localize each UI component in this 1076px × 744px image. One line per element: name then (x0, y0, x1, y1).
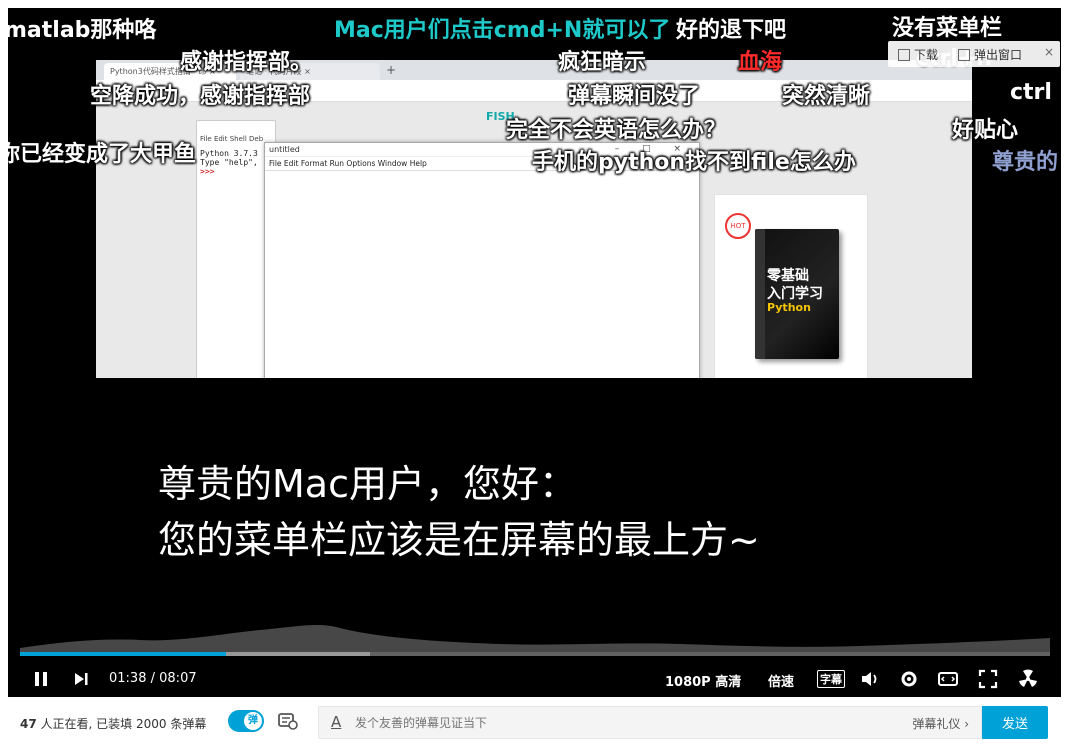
danmaku-comment: 好的退下吧 (676, 18, 787, 43)
duration: 08:07 (159, 671, 197, 686)
popout-button[interactable]: 弹出窗口 (958, 46, 1022, 63)
player-controls: 01:38 / 08:07 1080P 高清 倍速 字幕 (8, 662, 1061, 697)
popout-icon (958, 49, 970, 61)
danmaku-comment: 尊贵的 (992, 150, 1059, 175)
danmaku-input-wrap: A 弹幕礼仪 › (318, 706, 982, 739)
book-spine (755, 229, 765, 359)
danmaku-comment: ctrl (1010, 80, 1052, 105)
danmaku-comment: matlab那种咯 (8, 18, 157, 43)
radiation-icon[interactable] (1017, 668, 1039, 690)
book-title-line3: Python (767, 301, 811, 314)
font-style-icon[interactable]: A (331, 713, 341, 731)
danmaku-comment: 疯狂暗示 (558, 50, 647, 75)
toolbox-close-button[interactable]: × (1044, 45, 1054, 59)
shell-line: Type "help", (200, 158, 258, 167)
popout-label: 弹出窗口 (974, 48, 1023, 62)
danmaku-comment: 手机的python找不到file怎么办 (532, 150, 856, 175)
time-display: 01:38 / 08:07 (109, 671, 197, 686)
danmaku-settings-icon[interactable] (278, 712, 298, 730)
danmaku-comment: 你已经变成了大甲鱼 (8, 142, 197, 167)
video-player[interactable]: Python3代码样式指南 · 印 × 笔记 · 代码片段 × + https:… (8, 8, 1061, 697)
progress-bar[interactable] (20, 652, 1050, 656)
send-button[interactable]: 发送 (982, 706, 1048, 739)
player-toolbox: 下载 弹出窗口 × (888, 41, 1060, 67)
book-title-line2: 入门学习 (767, 286, 823, 302)
danmaku-send-bar: 47 人正在看, 已装填 2000 条弹幕 弹 A 弹幕礼仪 › 发送 (8, 697, 1061, 744)
danmaku-comment: 空降成功，感谢指挥部 (90, 84, 311, 109)
book-cover: 零基础 入门学习 Python (755, 229, 839, 359)
volume-icon[interactable] (859, 668, 881, 690)
danmaku-etiquette-link[interactable]: 弹幕礼仪 › (912, 715, 969, 732)
editor-title: untitled (269, 145, 300, 154)
new-tab-icon: + (386, 63, 397, 77)
book-title-line1: 零基础 (767, 268, 809, 284)
viewer-text: 人正在看, 已装填 2000 条弹幕 (36, 717, 207, 731)
subtitle-line2: 您的菜单栏应该是在屏幕的最上方~ (158, 518, 760, 562)
book-promo-panel: HOT 零基础 入门学习 Python (714, 194, 868, 378)
viewer-count: 47 (20, 717, 37, 731)
danmaku-toggle[interactable]: 弹 (228, 710, 264, 732)
danmaku-comment: 好贴心 (952, 118, 1019, 143)
subtitle-button[interactable]: 字幕 (817, 670, 845, 688)
progress-played (20, 652, 226, 656)
time-separator: / (150, 671, 155, 686)
widescreen-icon[interactable] (937, 668, 959, 690)
shell-menu: File Edit Shell Deb (200, 135, 264, 143)
shell-prompt: >>> (200, 167, 215, 176)
progress-heatmap (20, 624, 1050, 656)
speed-button[interactable]: 倍速 (768, 671, 794, 690)
settings-gear-icon[interactable] (898, 668, 920, 690)
download-icon (898, 49, 910, 61)
shell-line: Python 3.7.3 (200, 149, 258, 158)
pause-icon[interactable] (30, 668, 52, 690)
danmaku-comment: 完全不会英语怎么办？ (506, 118, 727, 143)
danmaku-input[interactable] (355, 714, 855, 732)
danmaku-comment: 没有菜单栏 (892, 16, 1003, 41)
danmaku-comment: 感谢指挥部。 (180, 50, 313, 75)
current-time: 01:38 (109, 671, 147, 686)
next-icon[interactable] (70, 668, 92, 690)
danmaku-comment: 弹幕瞬间没了 (568, 84, 701, 109)
danmaku-toggle-knob: 弹 (244, 712, 262, 730)
subtitle-line1: 尊贵的Mac用户，您好： (158, 462, 577, 506)
danmaku-comment: Mac用户们点击cmd+N就可以了 (334, 18, 671, 43)
idle-editor-window: untitled – □ × File Edit Format Run Opti… (264, 142, 700, 378)
hot-badge: HOT (725, 213, 751, 239)
quality-button[interactable]: 1080P 高清 (665, 671, 741, 690)
video-subtitle: 尊贵的Mac用户，您好： 您的菜单栏应该是在屏幕的最上方~ (158, 456, 760, 568)
danmaku-comment: 血海 (738, 50, 783, 75)
fullscreen-icon[interactable] (977, 668, 999, 690)
download-label: 下载 (914, 48, 939, 62)
danmaku-comment: 突然清晰 (782, 84, 871, 109)
download-button[interactable]: 下载 (898, 46, 938, 63)
viewer-info: 47 人正在看, 已装填 2000 条弹幕 (20, 715, 206, 732)
